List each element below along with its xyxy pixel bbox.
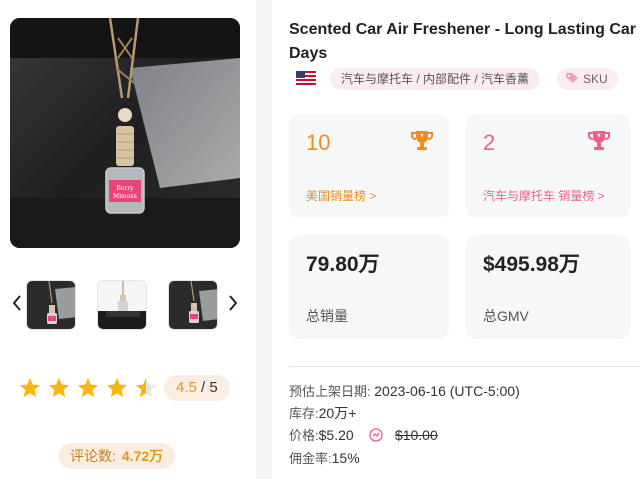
total-gmv-label: 总GMV [483, 308, 529, 324]
thumbnail-3[interactable] [168, 280, 218, 330]
us-flag-icon [296, 71, 316, 85]
thumbnail-carousel [0, 278, 256, 334]
category-breadcrumb[interactable]: 汽车与摩托车 / 内部配件 / 汽车香薰 [330, 68, 541, 90]
total-gmv-card: $495.98万 总GMV [466, 235, 630, 339]
review-count-value: 4.72万 [121, 448, 164, 464]
product-title-line1: Scented Car Air Freshener - Long Lasting… [289, 21, 640, 38]
chevron-right-icon[interactable] [224, 294, 242, 316]
us-rank-value: 10 [306, 130, 331, 155]
review-count-label: 评论数: [70, 448, 116, 464]
rating-max: / 5 [201, 379, 218, 396]
total-sales-value: 79.80万 [306, 253, 380, 276]
review-count-badge: 评论数: 4.72万 [58, 443, 176, 469]
listed-date-label: 预估上架日期: [289, 384, 371, 399]
chevron-left-icon[interactable] [8, 294, 26, 316]
stock-row: 库存:20万+ [289, 404, 356, 423]
half-star-icon [136, 378, 156, 397]
category-sales-rank-card: 2 汽车与摩托车 销量榜 > [466, 114, 630, 218]
sku-button[interactable]: SKU [557, 68, 618, 90]
star-icon [78, 378, 98, 397]
product-details-panel: Scented Car Air Freshener - Long Lasting… [272, 0, 640, 479]
commission-row: 佣金率:15% [289, 449, 360, 468]
sku-label: SKU [583, 72, 608, 86]
thumbnail-2[interactable] [97, 280, 147, 330]
svg-text:Berry: Berry [116, 185, 134, 192]
rating-value: 4.5 [176, 379, 197, 396]
main-product-image[interactable]: Berry Mimosa [10, 18, 240, 248]
stock-label: 库存: [289, 406, 319, 421]
svg-text:Mimosa: Mimosa [113, 193, 137, 200]
listed-date-value: 2023-06-16 (UTC-5:00) [374, 383, 520, 399]
commission-label: 佣金率: [289, 451, 332, 466]
total-sales-label: 总销量 [306, 308, 348, 324]
product-media-panel: Berry Mimosa 4.5 / 5 评论数: 4.72万 [0, 0, 256, 479]
star-icon [107, 378, 127, 397]
thumbnail-1[interactable] [26, 280, 76, 330]
rating-stars [18, 376, 163, 400]
price-row: 价格:$5.20 $10.00 [289, 426, 438, 445]
price-value: $5.20 [318, 427, 354, 443]
tag-icon [566, 73, 578, 83]
total-gmv-value: $495.98万 [483, 253, 580, 276]
product-title: Scented Car Air Freshener - Long Lasting… [289, 18, 640, 66]
trophy-icon [411, 131, 433, 150]
section-divider [289, 366, 640, 367]
rating-value-badge: 4.5 / 5 [164, 375, 230, 401]
category-rank-value: 2 [483, 130, 496, 155]
us-rank-link[interactable]: 美国销量榜 > [306, 188, 376, 204]
listed-date-row: 预估上架日期: 2023-06-16 (UTC-5:00) [289, 382, 520, 401]
price-label: 价格: [289, 428, 319, 443]
total-sales-card: 79.80万 总销量 [289, 235, 449, 339]
commission-value: 15% [331, 450, 360, 466]
trophy-icon [588, 131, 610, 150]
star-icon [49, 378, 69, 397]
price-trend-icon[interactable] [369, 428, 383, 442]
stock-value: 20万+ [318, 405, 357, 421]
category-rank-link[interactable]: 汽车与摩托车 销量榜 > [483, 188, 605, 204]
us-sales-rank-card: 10 美国销量榜 > [289, 114, 449, 218]
panel-divider [256, 0, 272, 479]
star-icon [20, 378, 40, 397]
original-price: $10.00 [394, 427, 438, 443]
rating-row: 4.5 / 5 [18, 374, 248, 402]
product-title-line2: Days [289, 45, 328, 62]
